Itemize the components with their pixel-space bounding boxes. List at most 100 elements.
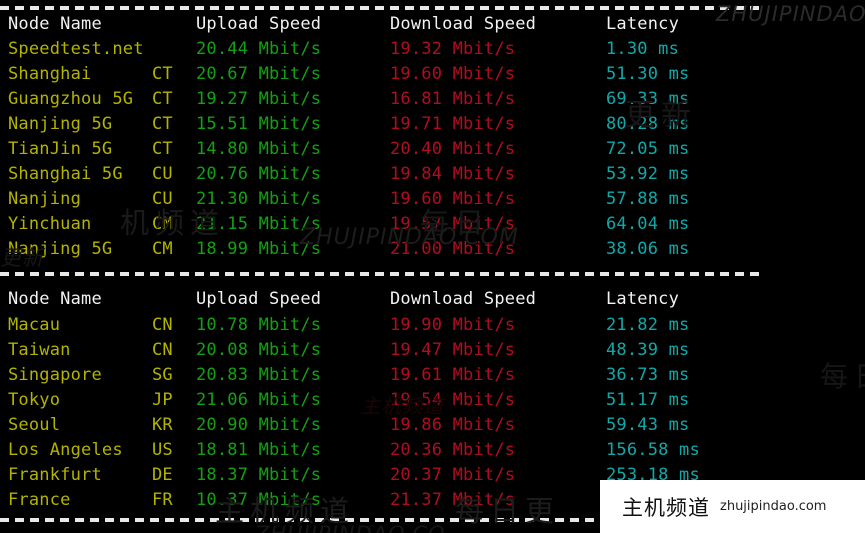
node-name: France <box>8 490 71 510</box>
watermark-badge: 主机频道 zhujipindao.com <box>600 480 865 533</box>
table-row: Yinchuan CM 21.15 Mbit/s 19.57 Mbit/s 64… <box>0 212 865 237</box>
table-row: Taiwan CN 20.08 Mbit/s 19.47 Mbit/s 48.3… <box>0 338 865 363</box>
upload-speed: 18.37 Mbit/s <box>196 465 322 485</box>
table-row: Singapore SG 20.83 Mbit/s 19.61 Mbit/s 3… <box>0 363 865 388</box>
operator-code: JP <box>152 390 173 410</box>
operator-code: CT <box>152 139 173 159</box>
node-name: Shanghai 5G <box>8 164 123 184</box>
node-name: Speedtest.net <box>8 39 144 59</box>
upload-speed: 20.67 Mbit/s <box>196 64 322 84</box>
download-speed: 19.57 Mbit/s <box>390 214 516 234</box>
operator-code: CM <box>152 239 173 259</box>
operator-code: CM <box>152 214 173 234</box>
table-row: Macau CN 10.78 Mbit/s 19.90 Mbit/s 21.82… <box>0 313 865 338</box>
table-row: Nanjing 5G CM 18.99 Mbit/s 21.00 Mbit/s … <box>0 237 865 262</box>
upload-speed: 10.37 Mbit/s <box>196 490 322 510</box>
table-header-row-domestic: Node Name Upload Speed Download Speed La… <box>0 12 865 37</box>
node-name: Los Angeles <box>8 440 123 460</box>
download-speed: 19.60 Mbit/s <box>390 189 516 209</box>
upload-speed: 18.81 Mbit/s <box>196 440 322 460</box>
node-name: Macau <box>8 315 61 335</box>
upload-speed: 14.80 Mbit/s <box>196 139 322 159</box>
table-row: Seoul KR 20.90 Mbit/s 19.86 Mbit/s 59.43… <box>0 413 865 438</box>
download-speed: 19.86 Mbit/s <box>390 415 516 435</box>
node-name: Guangzhou 5G <box>8 89 134 109</box>
upload-speed: 10.78 Mbit/s <box>196 315 322 335</box>
latency-value: 48.39 ms <box>606 340 690 360</box>
node-name: Seoul <box>8 415 61 435</box>
download-speed: 19.84 Mbit/s <box>390 164 516 184</box>
latency-value: 1.30 ms <box>606 39 680 59</box>
node-name: Taiwan <box>8 340 71 360</box>
node-name: Yinchuan <box>8 214 92 234</box>
node-name: Tokyo <box>8 390 61 410</box>
upload-speed: 21.30 Mbit/s <box>196 189 322 209</box>
table-header-row-international: Node Name Upload Speed Download Speed La… <box>0 287 865 312</box>
terminal-window: Node Name Upload Speed Download Speed La… <box>0 0 865 533</box>
latency-value: 51.17 ms <box>606 390 690 410</box>
operator-code: CU <box>152 164 173 184</box>
download-speed: 19.47 Mbit/s <box>390 340 516 360</box>
column-header-download-speed: Download Speed <box>390 289 537 309</box>
table-row: Tokyo JP 21.06 Mbit/s 19.54 Mbit/s 51.17… <box>0 388 865 413</box>
operator-code: CT <box>152 114 173 134</box>
operator-code: CN <box>152 315 173 335</box>
upload-speed: 15.51 Mbit/s <box>196 114 322 134</box>
download-speed: 20.36 Mbit/s <box>390 440 516 460</box>
latency-value: 69.33 ms <box>606 89 690 109</box>
upload-speed: 20.44 Mbit/s <box>196 39 322 59</box>
download-speed: 19.60 Mbit/s <box>390 64 516 84</box>
download-speed: 21.00 Mbit/s <box>390 239 516 259</box>
download-speed: 20.37 Mbit/s <box>390 465 516 485</box>
table-row: Shanghai 5G CU 20.76 Mbit/s 19.84 Mbit/s… <box>0 162 865 187</box>
column-header-download-speed: Download Speed <box>390 14 537 34</box>
download-speed: 21.37 Mbit/s <box>390 490 516 510</box>
upload-speed: 20.76 Mbit/s <box>196 164 322 184</box>
latency-value: 36.73 ms <box>606 365 690 385</box>
download-speed: 19.61 Mbit/s <box>390 365 516 385</box>
node-name: Singapore <box>8 365 102 385</box>
separator-top <box>0 6 762 10</box>
operator-code: FR <box>152 490 173 510</box>
column-header-upload-speed: Upload Speed <box>196 289 322 309</box>
latency-value: 80.28 ms <box>606 114 690 134</box>
operator-code: US <box>152 440 173 460</box>
table-row: Guangzhou 5G CT 19.27 Mbit/s 16.81 Mbit/… <box>0 87 865 112</box>
operator-code: DE <box>152 465 173 485</box>
download-speed: 19.32 Mbit/s <box>390 39 516 59</box>
upload-speed: 21.15 Mbit/s <box>196 214 322 234</box>
operator-code: CT <box>152 89 173 109</box>
column-header-node-name: Node Name <box>8 289 102 309</box>
download-speed: 16.81 Mbit/s <box>390 89 516 109</box>
latency-value: 64.04 ms <box>606 214 690 234</box>
latency-value: 51.30 ms <box>606 64 690 84</box>
table-row: Los Angeles US 18.81 Mbit/s 20.36 Mbit/s… <box>0 438 865 463</box>
column-header-upload-speed: Upload Speed <box>196 14 322 34</box>
download-speed: 20.40 Mbit/s <box>390 139 516 159</box>
operator-code: CT <box>152 64 173 84</box>
operator-code: SG <box>152 365 173 385</box>
node-name: Frankfurt <box>8 465 102 485</box>
latency-value: 21.82 ms <box>606 315 690 335</box>
table-row: Nanjing CU 21.30 Mbit/s 19.60 Mbit/s 57.… <box>0 187 865 212</box>
operator-code: CU <box>152 189 173 209</box>
download-speed: 19.90 Mbit/s <box>390 315 516 335</box>
watermark-badge-domain: zhujipindao.com <box>720 499 827 514</box>
table-row: Shanghai CT 20.67 Mbit/s 19.60 Mbit/s 51… <box>0 62 865 87</box>
table-row: Speedtest.net 20.44 Mbit/s 19.32 Mbit/s … <box>0 37 865 62</box>
latency-value: 59.43 ms <box>606 415 690 435</box>
upload-speed: 20.90 Mbit/s <box>196 415 322 435</box>
upload-speed: 20.08 Mbit/s <box>196 340 322 360</box>
download-speed: 19.71 Mbit/s <box>390 114 516 134</box>
column-header-latency: Latency <box>606 289 680 309</box>
upload-speed: 18.99 Mbit/s <box>196 239 322 259</box>
upload-speed: 19.27 Mbit/s <box>196 89 322 109</box>
watermark-badge-cn: 主机频道 <box>622 495 710 520</box>
latency-value: 53.92 ms <box>606 164 690 184</box>
latency-value: 156.58 ms <box>606 440 700 460</box>
latency-value: 38.06 ms <box>606 239 690 259</box>
node-name: Shanghai <box>8 64 92 84</box>
table-row: Nanjing 5G CT 15.51 Mbit/s 19.71 Mbit/s … <box>0 112 865 137</box>
column-header-latency: Latency <box>606 14 680 34</box>
latency-value: 72.05 ms <box>606 139 690 159</box>
